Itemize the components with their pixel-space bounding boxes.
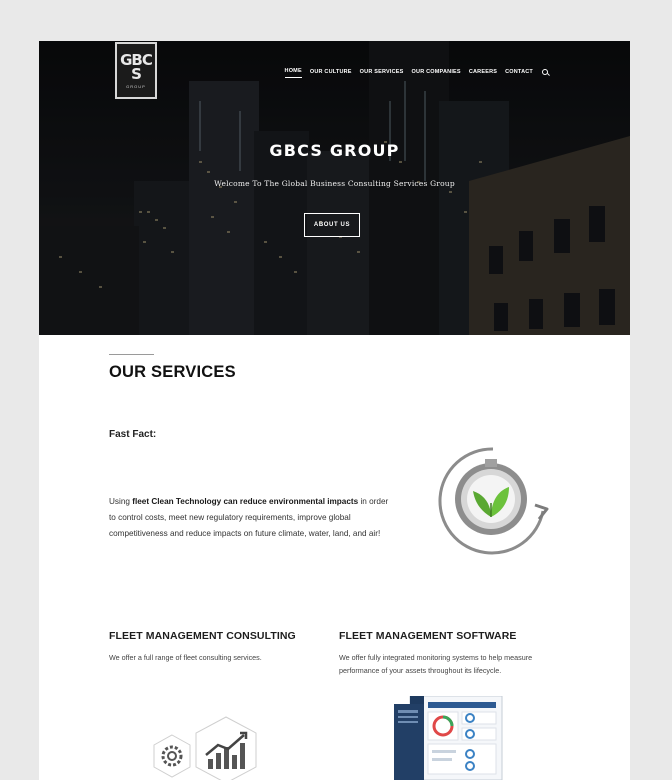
hero-subtitle: Welcome To The Global Business Consultin… bbox=[214, 179, 455, 188]
fast-fact-text: Using fleet Clean Technology can reduce … bbox=[109, 494, 394, 542]
brand-logo[interactable]: GBCS GROUP bbox=[115, 42, 157, 99]
hero-section: GBCS GROUP HOME OUR CULTURE OUR SERVICES… bbox=[39, 41, 630, 335]
fast-fact-label: Fast Fact: bbox=[109, 429, 157, 440]
fact-highlight: fleet Clean Technology can reduce enviro… bbox=[132, 497, 359, 506]
nav-item-careers[interactable]: CAREERS bbox=[469, 69, 497, 78]
main-nav: HOME OUR CULTURE OUR SERVICES OUR COMPAN… bbox=[284, 68, 550, 78]
hero-title: GBCS GROUP bbox=[269, 141, 400, 160]
section-divider bbox=[109, 354, 154, 355]
software-title: FLEET MANAGEMENT SOFTWARE bbox=[339, 630, 517, 642]
fact-prefix: Using bbox=[109, 497, 133, 506]
nav-item-home[interactable]: HOME bbox=[284, 68, 302, 78]
about-us-button[interactable]: ABOUT US bbox=[304, 213, 360, 237]
nav-item-our-companies[interactable]: OUR COMPANIES bbox=[412, 69, 461, 78]
nav-item-our-services[interactable]: OUR SERVICES bbox=[360, 69, 404, 78]
services-heading: OUR SERVICES bbox=[109, 363, 236, 381]
consulting-title: FLEET MANAGEMENT CONSULTING bbox=[109, 630, 296, 642]
logo-mark: GBCS bbox=[120, 50, 153, 83]
browser-frame: GBCS GROUP HOME OUR CULTURE OUR SERVICES… bbox=[39, 41, 630, 780]
nav-item-contact[interactable]: CONTACT bbox=[505, 69, 533, 78]
logo-subtext: GROUP bbox=[126, 83, 146, 89]
software-text: We offer fully integrated monitoring sys… bbox=[339, 653, 533, 675]
gear-chart-hexagon-icon bbox=[153, 716, 257, 780]
nav-item-our-culture[interactable]: OUR CULTURE bbox=[310, 69, 352, 78]
clock-leaf-icon bbox=[438, 447, 549, 555]
search-icon[interactable] bbox=[542, 69, 550, 77]
dashboard-screenshot bbox=[394, 696, 503, 780]
consulting-text: We offer a full range of fleet consultin… bbox=[109, 653, 262, 662]
